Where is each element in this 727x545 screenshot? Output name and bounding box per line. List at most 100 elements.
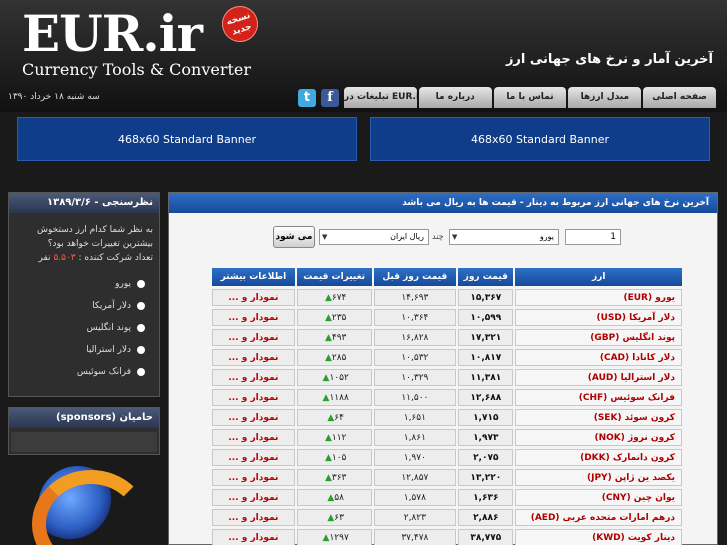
sponsors-slot[interactable] <box>11 432 157 452</box>
price-prev: ۱,۸۶۱ <box>373 429 457 446</box>
more-info-link[interactable]: نمودار و ... <box>212 529 295 545</box>
sponsors-box: حامیان (sponsors) <box>8 407 160 455</box>
currency-name[interactable]: فرانک سوئیس (CHF) <box>515 389 682 406</box>
price-today: ۱۰,۵۹۹ <box>458 309 514 326</box>
currency-name[interactable]: یورو (EUR) <box>515 289 682 306</box>
price-today: ۱۵,۳۶۷ <box>458 289 514 306</box>
currency-name[interactable]: دلار استرالیا (AUD) <box>515 369 682 386</box>
arrow-up-icon: ▲ <box>324 452 332 463</box>
arrow-up-icon: ▲ <box>324 312 332 323</box>
poll-option-usd[interactable]: دلار آمریکا <box>9 295 153 317</box>
poll-title: نظرسنجی - ۱۳۸۹/۳/۶ <box>9 193 159 213</box>
table-row: پوند انگلیس (GBP) ۱۷,۳۲۱ ۱۶,۸۲۸ ▲۴۹۳ نمودار … <box>212 329 682 346</box>
price-change-value: ۶۴ <box>334 412 344 423</box>
currency-converter: 1 یورو ▼ چند ریال ایران ▼ می شود <box>273 226 623 248</box>
amount-input[interactable]: 1 <box>565 229 621 245</box>
radio-button[interactable] <box>137 301 145 310</box>
price-change-value: ۲۸۵ <box>331 352 347 363</box>
nav-tab-contact[interactable]: تماس با ما <box>493 87 567 108</box>
more-info-link[interactable]: نمودار و ... <box>212 369 295 386</box>
table-row: کرون دانمارک (DKK) ۲,۰۷۵ ۱,۹۷۰ ▲۱۰۵ نمودار و… <box>212 449 682 466</box>
price-prev: ۱۶,۸۲۸ <box>373 329 457 346</box>
more-info-link[interactable]: نمودار و ... <box>212 409 295 426</box>
price-prev: ۱,۹۷۰ <box>373 449 457 466</box>
more-info-link[interactable]: نمودار و ... <box>212 329 295 346</box>
main-nav: صفحه اصلی مبدل ارزها تماس با ما درباره م… <box>344 87 716 108</box>
price-prev: ۱۰,۳۲۹ <box>373 369 457 386</box>
facebook-icon[interactable]: f <box>321 89 339 107</box>
poll-option-eur[interactable]: یورو <box>9 273 153 295</box>
more-info-link[interactable]: نمودار و ... <box>212 509 295 526</box>
price-prev: ۱۱,۵۰۰ <box>373 389 457 406</box>
table-row: دلار کانادا (CAD) ۱۰,۸۱۷ ۱۰,۵۳۲ ▲۲۸۵ نمودار … <box>212 349 682 366</box>
currency-name[interactable]: کرون دانمارک (DKK) <box>515 449 682 466</box>
price-change-value: ۲۳۵ <box>331 312 347 323</box>
table-row: دلار استرالیا (AUD) ۱۱,۳۸۱ ۱۰,۳۲۹ ▲۱۰۵۲ نمود… <box>212 369 682 386</box>
banner-left[interactable]: 468x60 Standard Banner <box>17 117 357 161</box>
more-info-link[interactable]: نمودار و ... <box>212 349 295 366</box>
price-change-value: ۶۳ <box>334 512 344 523</box>
arrow-up-icon: ▲ <box>324 332 332 343</box>
price-change: ▲۱۰۵۲ <box>296 369 372 386</box>
chevron-down-icon: ▼ <box>322 233 328 241</box>
nav-tab-advertising[interactable]: تبلیغات در EUR.ir <box>344 87 417 108</box>
rates-panel-title: آخرین نرخ های جهانی ارز مربوط به دینار -… <box>169 193 717 213</box>
price-change-value: ۱۱۸۸ <box>329 392 349 403</box>
price-today: ۱۲,۶۸۸ <box>458 389 514 406</box>
more-info-link[interactable]: نمودار و ... <box>212 389 295 406</box>
currency-name[interactable]: دلار کانادا (CAD) <box>515 349 682 366</box>
currency-name[interactable]: یوان چین (CNY) <box>515 489 682 506</box>
arrow-up-icon: ▲ <box>324 352 332 363</box>
rates-table-body: یورو (EUR) ۱۵,۳۶۷ ۱۴,۶۹۳ ▲۶۷۴ نمودار و ... دل… <box>212 289 682 545</box>
currency-name[interactable]: پوند انگلیس (GBP) <box>515 329 682 346</box>
radio-button[interactable] <box>137 279 145 288</box>
price-prev: ۱۰,۳۶۴ <box>373 309 457 326</box>
price-prev: ۲,۸۲۳ <box>373 509 457 526</box>
table-row: دلار آمریکا (USD) ۱۰,۵۹۹ ۱۰,۳۶۴ ▲۲۳۵ نمودار … <box>212 309 682 326</box>
currency-name[interactable]: درهم امارات متحده عربی (AED) <box>515 509 682 526</box>
new-version-badge: نسخه جدید <box>217 1 263 47</box>
nav-tab-home[interactable]: صفحه اصلی <box>643 87 716 108</box>
conversion-label: چند <box>432 232 444 241</box>
firefox-icon[interactable] <box>32 466 150 545</box>
currency-name[interactable]: یکصد ین ژاپن (JPY) <box>515 469 682 486</box>
current-date: سه شنبه ۱۸ خرداد ۱۳۹۰ <box>8 92 100 102</box>
radio-button[interactable] <box>137 323 145 332</box>
more-info-link[interactable]: نمودار و ... <box>212 469 295 486</box>
nav-tab-about[interactable]: درباره ما <box>418 87 492 108</box>
poll-option-gbp[interactable]: پوند انگلیس <box>9 317 153 339</box>
more-info-link[interactable]: نمودار و ... <box>212 449 295 466</box>
poll-box: نظرسنجی - ۱۳۸۹/۳/۶ به نظر شما کدام ارز د… <box>8 192 160 397</box>
site-logo[interactable]: EUR.ir <box>22 6 203 62</box>
more-info-link[interactable]: نمودار و ... <box>212 289 295 306</box>
poll-option-aud[interactable]: دلار استرالیا <box>9 339 153 361</box>
col-header-change: تغییرات قیمت <box>296 268 372 286</box>
price-change-value: ۵۸ <box>334 492 344 503</box>
price-today: ۲,۸۸۶ <box>458 509 514 526</box>
to-currency-select[interactable]: ریال ایران ▼ <box>319 229 429 245</box>
price-change: ▲۲۳۵ <box>296 309 372 326</box>
more-info-link[interactable]: نمودار و ... <box>212 309 295 326</box>
from-currency-select[interactable]: یورو ▼ <box>449 229 559 245</box>
twitter-icon[interactable]: t <box>298 89 316 107</box>
radio-button[interactable] <box>137 345 145 354</box>
more-info-link[interactable]: نمودار و ... <box>212 429 295 446</box>
more-info-link[interactable]: نمودار و ... <box>212 489 295 506</box>
site-header: EUR.ir نسخه جدید Currency Tools & Conver… <box>0 0 727 112</box>
convert-button[interactable]: می شود <box>273 226 315 248</box>
currency-name[interactable]: کرون سوئد (SEK) <box>515 409 682 426</box>
radio-button[interactable] <box>137 367 145 376</box>
nav-tab-converter[interactable]: مبدل ارزها <box>568 87 642 108</box>
price-today: ۱۰,۸۱۷ <box>458 349 514 366</box>
price-change-value: ۱۲۹۷ <box>329 532 349 543</box>
currency-name[interactable]: دلار آمریکا (USD) <box>515 309 682 326</box>
currency-name[interactable]: کرون نروژ (NOK) <box>515 429 682 446</box>
poll-option-chf[interactable]: فرانک سوئیس <box>9 361 153 383</box>
poll-options: یورو دلار آمریکا پوند انگلیس دلار استرال… <box>9 273 153 383</box>
price-change: ▲۱۰۵ <box>296 449 372 466</box>
currency-name[interactable]: دینار کویت (KWD) <box>515 529 682 545</box>
price-change: ▲۳۶۳ <box>296 469 372 486</box>
price-prev: ۱۰,۵۳۲ <box>373 349 457 366</box>
banner-right[interactable]: 468x60 Standard Banner <box>370 117 710 161</box>
arrow-up-icon: ▲ <box>324 292 332 303</box>
